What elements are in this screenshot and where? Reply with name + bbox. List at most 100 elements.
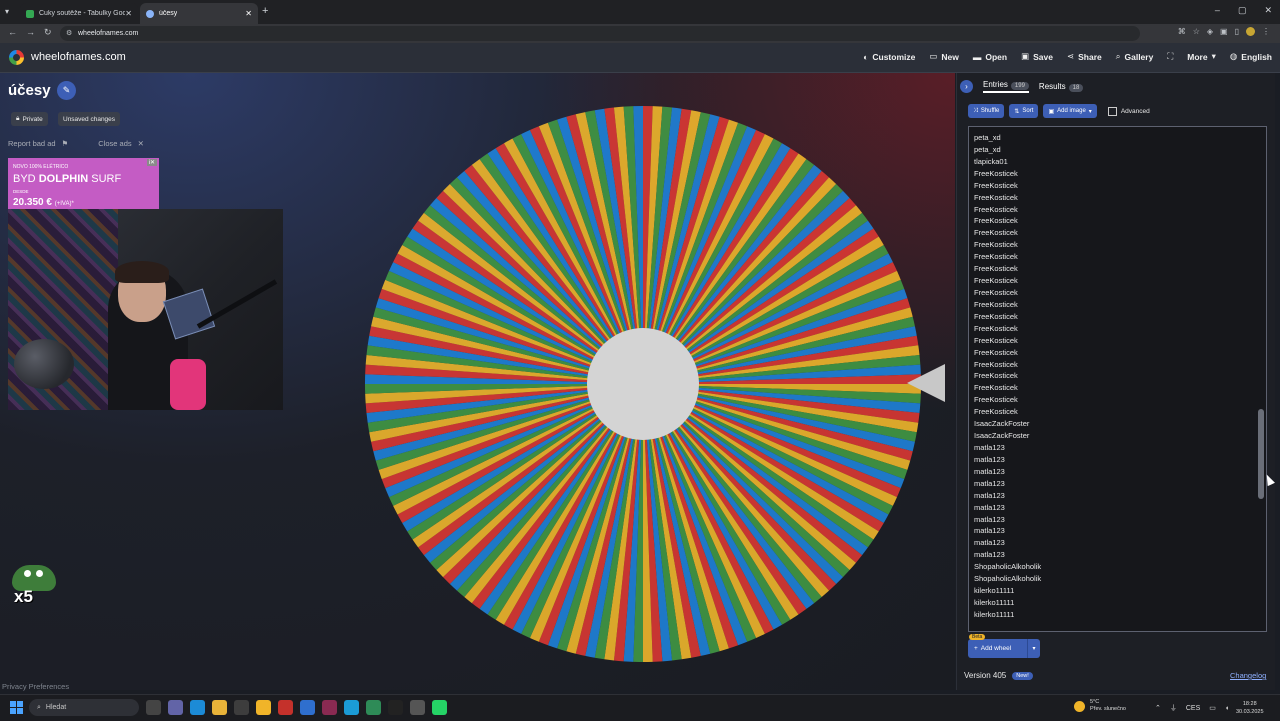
entry-line[interactable]: peta_xd (974, 132, 1041, 144)
teams-icon[interactable] (168, 700, 183, 715)
new-tab-icon[interactable]: + (262, 5, 268, 17)
changelog-link[interactable]: Changelog (1230, 671, 1266, 680)
entry-line[interactable]: FreeKosticek (974, 382, 1041, 394)
kebab-menu-icon[interactable]: ⋮ (1262, 27, 1270, 36)
entry-line[interactable]: IsaacZackFoster (974, 430, 1041, 442)
entry-line[interactable]: FreeKosticek (974, 239, 1041, 251)
sidebar-icon[interactable]: ▯ (1235, 27, 1239, 36)
entry-line[interactable]: FreeKosticek (974, 275, 1041, 287)
entries-textarea[interactable]: peta_xd peta_xd tlapicka01 FreeKosticek Free… (968, 126, 1267, 632)
back-icon[interactable]: ← (8, 27, 17, 37)
network-icon[interactable]: ▭ (1209, 704, 1216, 712)
entry-line[interactable]: peta_xd (974, 144, 1041, 156)
site-logo-icon[interactable] (9, 50, 24, 65)
menu-new[interactable]: ▭ New (929, 51, 959, 62)
add-wheel-main[interactable]: + Add wheel (968, 645, 1027, 652)
entry-line[interactable]: matla123 (974, 454, 1041, 466)
entry-line[interactable]: matla123 (974, 514, 1041, 526)
ad-choices-icon[interactable]: i✕ (146, 159, 157, 166)
browser-tab-wheel[interactable]: účesy ✕ (140, 3, 258, 24)
menu-gallery[interactable]: ⌕ Gallery (1116, 51, 1154, 62)
add-wheel-button[interactable]: Beta + Add wheel ▾ (968, 634, 1040, 658)
language-indicator[interactable]: CES (1186, 705, 1200, 712)
add-image-button[interactable]: ▣ Add image ▾ (1043, 104, 1097, 118)
advanced-checkbox[interactable] (1107, 106, 1117, 116)
chatgpt-icon[interactable] (410, 700, 425, 715)
wheel-title[interactable]: účesy (8, 82, 51, 99)
advanced-toggle[interactable]: Advanced (1107, 106, 1150, 116)
entry-line[interactable]: FreeKosticek (974, 406, 1041, 418)
entry-line[interactable]: FreeKosticek (974, 394, 1041, 406)
site-name[interactable]: wheelofnames.com (31, 51, 126, 63)
entry-line[interactable]: FreeKosticek (974, 299, 1041, 311)
entry-line[interactable]: matla123 (974, 537, 1041, 549)
shield-app-icon[interactable] (300, 700, 315, 715)
tab-entries[interactable]: Entries 199 (983, 80, 1029, 93)
close-tab-icon[interactable]: ✕ (125, 9, 132, 18)
entry-line[interactable]: FreeKosticek (974, 180, 1041, 192)
entry-line[interactable]: ShopaholicAlkoholik (974, 573, 1041, 585)
entry-line[interactable]: kilerko11111 (974, 609, 1041, 621)
close-tab-icon[interactable]: ✕ (245, 9, 252, 18)
bookmark-star-icon[interactable]: ☆ (1193, 27, 1200, 36)
entry-line[interactable]: matla123 (974, 525, 1041, 537)
entry-line[interactable]: FreeKosticek (974, 263, 1041, 275)
entry-line[interactable]: FreeKosticek (974, 204, 1041, 216)
entries-scrollbar[interactable] (1258, 129, 1264, 627)
close-circle-icon[interactable]: ✕ (138, 139, 144, 148)
mic-icon[interactable]: ⏚ (1170, 703, 1177, 713)
extension-icon[interactable]: ◈ (1207, 27, 1213, 36)
browser-tab-sheets[interactable]: Cuky soutěže - Tabulky Google ✕ (20, 3, 138, 24)
menu-open[interactable]: ▬ Open (973, 51, 1007, 62)
task-view-icon[interactable] (146, 700, 161, 715)
entry-line[interactable]: matla123 (974, 549, 1041, 561)
puzzle-icon[interactable]: ▣ (1220, 27, 1228, 36)
entry-line[interactable]: FreeKosticek (974, 370, 1041, 382)
forward-icon[interactable]: → (26, 27, 35, 37)
minimize-icon[interactable]: – (1215, 5, 1220, 16)
report-ad-link[interactable]: Report bad ad (8, 139, 56, 148)
terminal-icon[interactable] (388, 700, 403, 715)
entry-line[interactable]: matla123 (974, 490, 1041, 502)
entry-line[interactable]: ShopaholicAlkoholik (974, 561, 1041, 573)
entry-line[interactable]: FreeKosticek (974, 335, 1041, 347)
entry-line[interactable]: FreeKosticek (974, 359, 1041, 371)
entry-line[interactable]: FreeKosticek (974, 323, 1041, 335)
maximize-icon[interactable]: ▢ (1238, 5, 1247, 16)
whatsapp-icon[interactable] (432, 700, 447, 715)
chrome-icon[interactable] (256, 700, 271, 715)
entry-line[interactable]: tlapicka01 (974, 156, 1041, 168)
notes-icon[interactable] (366, 700, 381, 715)
edit-title-button[interactable]: ✎ (57, 81, 76, 100)
entry-line[interactable]: FreeKosticek (974, 168, 1041, 180)
edge-icon[interactable] (190, 700, 205, 715)
steam-icon[interactable] (344, 700, 359, 715)
url-field[interactable]: ⚙ wheelofnames.com (60, 26, 1140, 41)
site-info-icon[interactable]: ⚙ (66, 29, 72, 37)
taskbar-clock[interactable]: 18:28 30.03.2025 (1236, 700, 1264, 716)
shuffle-button[interactable]: ⤨ Shuffle (968, 104, 1005, 118)
tab-search-icon[interactable]: ▾ (5, 7, 9, 16)
menu-more[interactable]: More ▾ (1187, 51, 1216, 62)
menu-customize[interactable]: ◐ Customize (863, 51, 915, 62)
menu-save[interactable]: ▣ Save (1021, 51, 1053, 62)
entry-line[interactable]: IsaacZackFoster (974, 418, 1041, 430)
tab-results[interactable]: Results 18 (1039, 82, 1084, 92)
file-explorer-icon[interactable] (212, 700, 227, 715)
taskbar-search[interactable]: ⌕ Hledat (29, 699, 139, 716)
entry-line[interactable]: kilerko11111 (974, 597, 1041, 609)
acrobat-icon[interactable] (278, 700, 293, 715)
reload-icon[interactable]: ↻ (44, 27, 52, 38)
menu-language[interactable]: ◍ English (1230, 51, 1272, 62)
entry-line[interactable]: FreeKosticek (974, 347, 1041, 359)
tray-chevron-icon[interactable]: ⌃ (1155, 704, 1161, 712)
entry-line[interactable]: matla123 (974, 442, 1041, 454)
entry-line[interactable]: FreeKosticek (974, 287, 1041, 299)
private-badge[interactable]: 🔒︎ Private (11, 112, 48, 126)
add-wheel-dropdown-icon[interactable]: ▾ (1027, 639, 1040, 658)
profile-avatar-icon[interactable] (1246, 27, 1255, 36)
store-icon[interactable] (234, 700, 249, 715)
flag-icon[interactable]: ⚑ (62, 139, 69, 148)
entry-line[interactable]: kilerko11111 (974, 585, 1041, 597)
collapse-panel-icon[interactable]: › (960, 80, 973, 93)
